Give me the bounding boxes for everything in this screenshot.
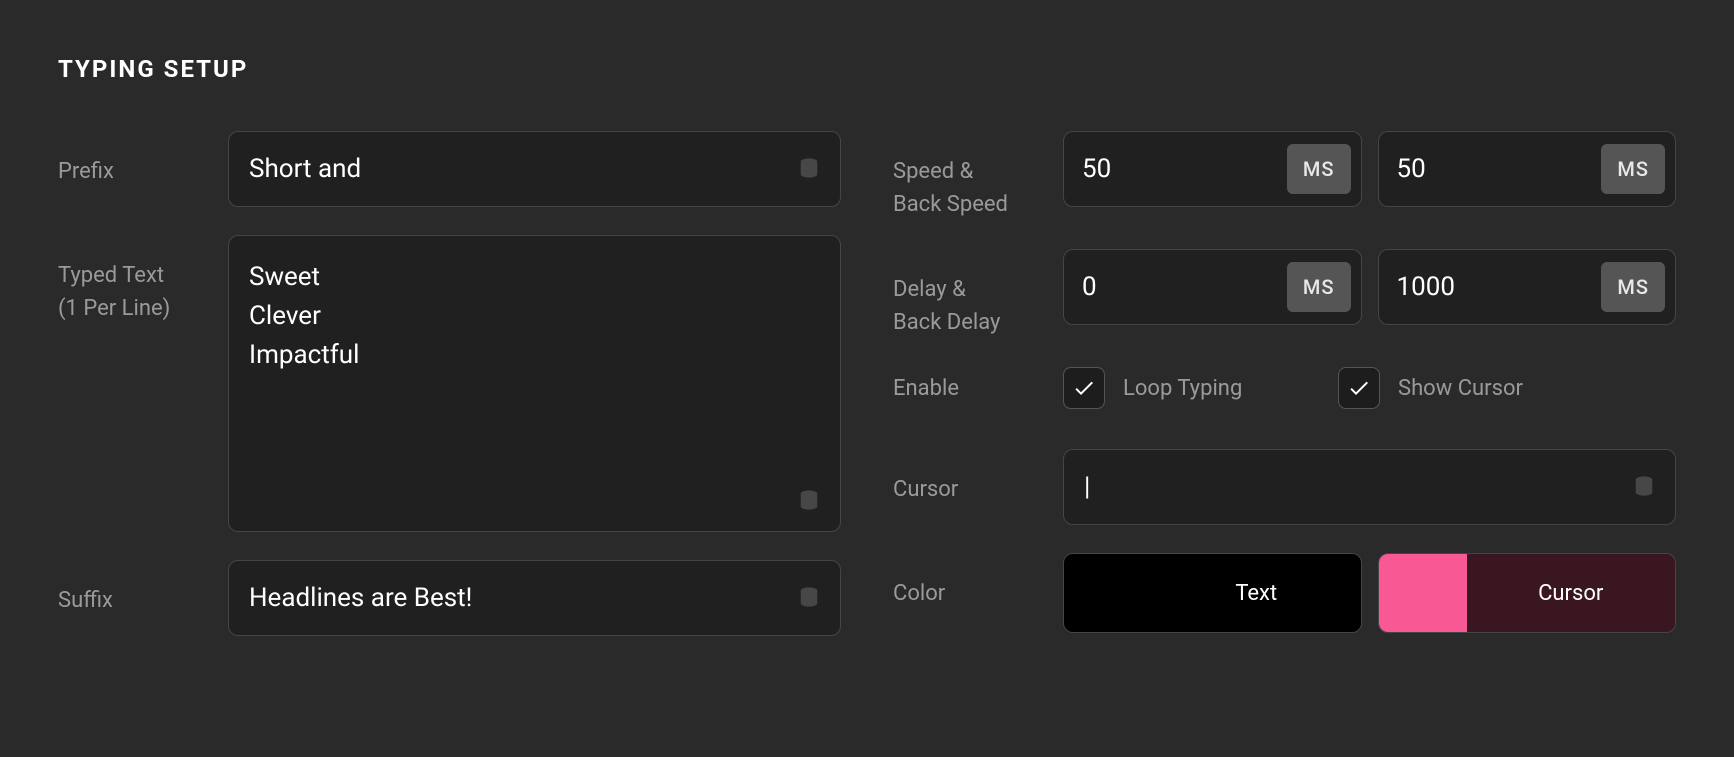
delay-unit: MS xyxy=(1287,262,1351,312)
database-icon[interactable] xyxy=(1633,475,1655,499)
prefix-field-wrapper xyxy=(228,131,841,207)
delay-label-line1: Delay & xyxy=(893,277,966,302)
loop-typing-checkbox[interactable] xyxy=(1063,367,1105,409)
speed-label: Speed & Back Speed xyxy=(893,131,1063,221)
enable-label: Enable xyxy=(893,372,1063,405)
back-speed-unit: MS xyxy=(1601,144,1665,194)
show-cursor-checkbox[interactable] xyxy=(1338,367,1380,409)
speed-field-wrapper: MS xyxy=(1063,131,1362,207)
cursor-input[interactable] xyxy=(1064,450,1675,524)
back-speed-field-wrapper: MS xyxy=(1378,131,1677,207)
suffix-input[interactable] xyxy=(229,561,840,635)
loop-typing-label: Loop Typing xyxy=(1123,376,1242,401)
speed-label-line2: Back Speed xyxy=(893,188,1063,221)
text-color-swatch[interactable] xyxy=(1064,554,1152,632)
back-delay-input[interactable] xyxy=(1379,250,1602,324)
delay-field-wrapper: MS xyxy=(1063,249,1362,325)
typed-text-field-wrapper xyxy=(228,235,841,532)
back-speed-input[interactable] xyxy=(1379,132,1602,206)
prefix-label: Prefix xyxy=(58,131,228,188)
checkmark-icon xyxy=(1072,376,1096,400)
delay-label: Delay & Back Delay xyxy=(893,249,1063,339)
speed-label-line1: Speed & xyxy=(893,159,973,184)
suffix-label: Suffix xyxy=(58,560,228,617)
speed-unit: MS xyxy=(1287,144,1351,194)
text-color-label: Text xyxy=(1152,554,1361,632)
cursor-color-label: Cursor xyxy=(1467,554,1676,632)
cursor-color-swatch[interactable] xyxy=(1379,554,1467,632)
text-color-field[interactable]: Text xyxy=(1063,553,1362,633)
cursor-label: Cursor xyxy=(893,449,1063,506)
color-label: Color xyxy=(893,577,1063,610)
section-title: TYPING SETUP xyxy=(58,55,1676,83)
typed-text-label-line1: Typed Text xyxy=(58,263,164,288)
back-delay-field-wrapper: MS xyxy=(1378,249,1677,325)
database-icon[interactable] xyxy=(798,586,820,610)
database-icon[interactable] xyxy=(798,489,820,513)
prefix-input[interactable] xyxy=(229,132,840,206)
typed-text-label-line2: (1 Per Line) xyxy=(58,292,228,325)
delay-label-line2: Back Delay xyxy=(893,306,1063,339)
show-cursor-label: Show Cursor xyxy=(1398,376,1523,401)
back-delay-unit: MS xyxy=(1601,262,1665,312)
cursor-field-wrapper xyxy=(1063,449,1676,525)
suffix-field-wrapper xyxy=(228,560,841,636)
typed-text-label: Typed Text (1 Per Line) xyxy=(58,235,228,325)
checkmark-icon xyxy=(1347,376,1371,400)
database-icon[interactable] xyxy=(798,157,820,181)
speed-input[interactable] xyxy=(1064,132,1287,206)
typed-text-input[interactable] xyxy=(229,236,840,531)
cursor-color-field[interactable]: Cursor xyxy=(1378,553,1677,633)
delay-input[interactable] xyxy=(1064,250,1287,324)
